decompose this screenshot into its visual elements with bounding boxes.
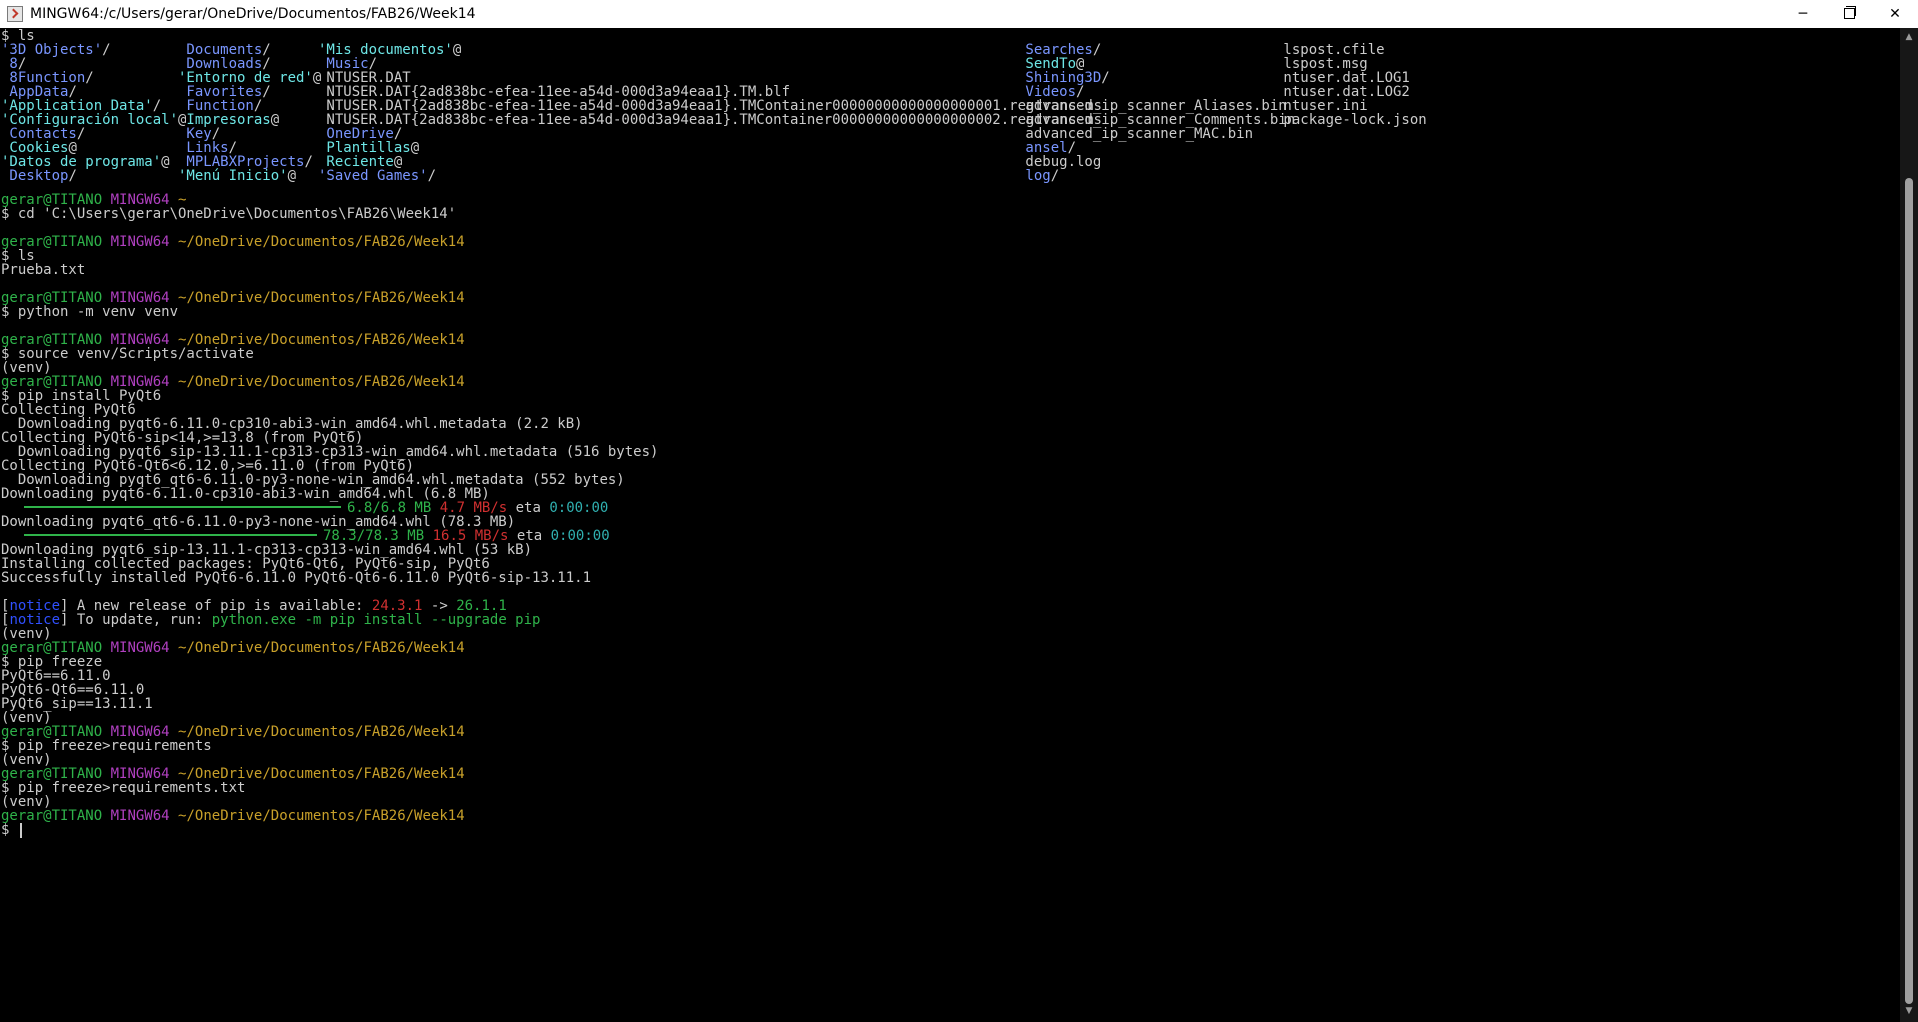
ls-entry: 'Saved Games'/ <box>318 168 437 184</box>
title-bar[interactable]: MINGW64:/c/Users/gerar/OneDrive/Document… <box>0 0 1918 28</box>
scrollbar-thumb[interactable] <box>1905 178 1913 1004</box>
output-line: Prueba.txt <box>1 262 86 278</box>
maximize-button[interactable] <box>1826 0 1872 28</box>
scroll-up-arrow-icon[interactable]: ▲ <box>1900 30 1918 44</box>
prompt-line: gerar@TITANO MINGW64 ~/OneDrive/Document… <box>1 808 465 824</box>
ls-entry: package-lock.json <box>1275 112 1427 128</box>
progress-bar-pyqt6 <box>24 506 341 508</box>
ls-entry: Desktop/ <box>1 168 77 184</box>
input-line[interactable]: $ <box>1 822 22 839</box>
progress-bar-qt6 <box>24 534 317 536</box>
terminal-window: MINGW64:/c/Users/gerar/OneDrive/Document… <box>0 0 1918 1022</box>
window-title: MINGW64:/c/Users/gerar/OneDrive/Document… <box>30 6 476 22</box>
text-cursor <box>19 822 22 838</box>
scroll-down-arrow-icon[interactable]: ▼ <box>1900 1004 1918 1018</box>
minimize-button[interactable]: ─ <box>1780 0 1826 28</box>
command-line: $ python -m venv venv <box>1 304 179 320</box>
ls-entry: log/ <box>1017 168 1060 184</box>
minimize-icon: ─ <box>1798 6 1808 22</box>
ls-entry: 'Menú Inicio'@ <box>178 168 297 184</box>
terminal-output[interactable]: $ ls '3D Objects'/ 8/ 8Function/ AppData… <box>0 28 1900 1022</box>
command-line: $ cd 'C:\Users\gerar\OneDrive\Documentos… <box>1 206 457 222</box>
notice-line: [notice] To update, run: python.exe -m p… <box>1 612 541 628</box>
vertical-scrollbar[interactable]: ▲ ▼ <box>1900 28 1918 1022</box>
restore-icon <box>1843 6 1856 19</box>
prompt-line: gerar@TITANO MINGW64 ~/OneDrive/Document… <box>1 234 465 250</box>
close-icon: ✕ <box>1889 6 1901 22</box>
close-button[interactable]: ✕ <box>1872 0 1918 28</box>
git-bash-icon[interactable] <box>7 6 23 22</box>
ls-entry: NTUSER.DAT{2ad838bc-efea-11ee-a54d-000d3… <box>318 112 1102 128</box>
output-line: Successfully installed PyQt6-6.11.0 PyQt… <box>1 570 592 586</box>
